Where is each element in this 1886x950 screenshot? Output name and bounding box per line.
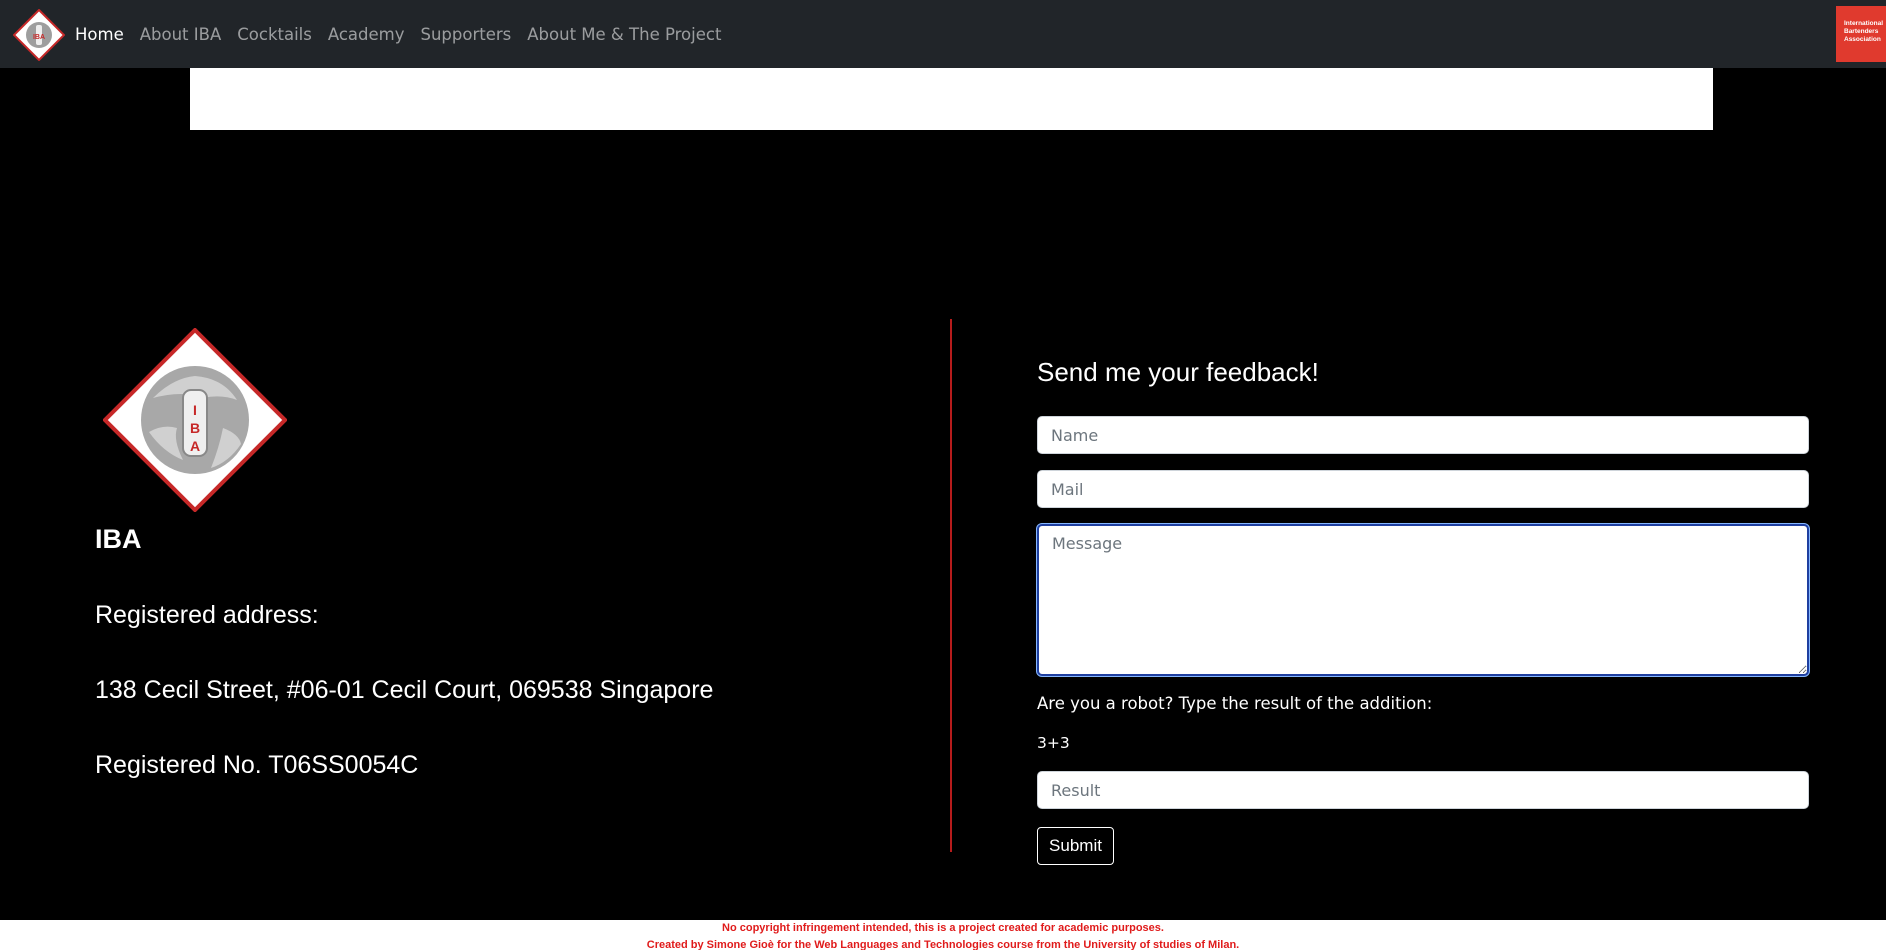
white-banner [190,68,1713,130]
nav-about-me[interactable]: About Me & The Project [527,25,721,44]
iba-association-badge[interactable]: International Bartenders Association [1836,6,1886,62]
captcha-question: Are you a robot? Type the result of the … [1037,694,1433,713]
message-textarea[interactable] [1037,524,1809,676]
logo-letter: B [190,420,200,436]
nav-home[interactable]: Home [75,25,124,44]
org-name: IBA [95,524,142,554]
column-divider [950,319,952,852]
badge-line: Association [1844,36,1881,43]
name-input[interactable] [1037,416,1809,454]
svg-text:IBA: IBA [33,34,45,41]
badge-line: Bartenders [1844,28,1879,35]
top-navbar: IBA Home About IBA Cocktails Academy Sup… [0,0,1886,68]
nav-links: Home About IBA Cocktails Academy Support… [75,0,737,68]
badge-line: International [1844,20,1884,27]
disclaimer-text: No copyright infringement intended, this… [722,922,1164,934]
nav-cocktails[interactable]: Cocktails [237,25,312,44]
nav-about-iba[interactable]: About IBA [140,25,222,44]
result-input[interactable] [1037,771,1809,809]
logo-letter: I [193,402,197,418]
captcha-sum: 3+3 [1037,734,1070,752]
address-label: Registered address: [95,601,319,629]
registration-number: Registered No. T06SS0054C [95,751,419,779]
form-title: Send me your feedback! [1037,357,1319,387]
address-text: 138 Cecil Street, #06-01 Cecil Court, 06… [95,676,714,704]
mail-input[interactable] [1037,470,1809,508]
credits-text: Created by Simone Gioè for the Web Langu… [646,939,1240,950]
iba-diamond-logo: I B A [103,328,287,512]
nav-academy[interactable]: Academy [328,25,405,44]
submit-button[interactable]: Submit [1037,827,1114,865]
copyright-footer: No copyright infringement intended, this… [0,920,1886,950]
logo-letter: A [190,438,200,454]
nav-supporters[interactable]: Supporters [421,25,512,44]
iba-logo-icon[interactable]: IBA [13,9,65,61]
